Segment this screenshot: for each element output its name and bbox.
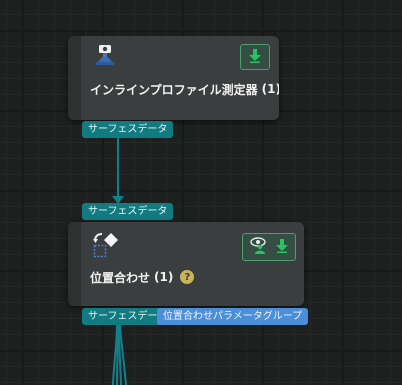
port-output-alignment-params[interactable]: 位置合わせパラメータグループ	[157, 308, 309, 325]
port-input-surface-data[interactable]: サーフェスデータ	[82, 203, 174, 220]
node-count: (1)	[154, 270, 174, 284]
node-status-box	[240, 44, 270, 70]
node-status-box	[242, 233, 296, 261]
node-alignment[interactable]: 位置合わせ (1) ?	[68, 222, 304, 306]
node-title-text: 位置合わせ	[90, 270, 151, 285]
download-arrow-icon	[275, 238, 288, 257]
download-arrow-icon	[249, 48, 261, 67]
port-output-surface-data[interactable]: サーフェスデータ	[82, 121, 174, 138]
flow-canvas[interactable]: インラインプロファイル測定器 (1) ? サーフェスデータ サーフェスデータ	[0, 0, 402, 385]
edge-outgoing-2	[116, 322, 119, 385]
node-inline-profiler[interactable]: インラインプロファイル測定器 (1) ?	[68, 36, 279, 120]
alignment-icon	[92, 232, 122, 264]
camera-on-stand-icon	[94, 44, 116, 70]
node-title-text: インラインプロファイル測定器	[90, 82, 258, 97]
eye-person-icon	[250, 236, 268, 258]
node-title: 位置合わせ (1) ?	[90, 268, 195, 286]
node-count: (1)	[261, 82, 279, 96]
node-drag-handle[interactable]	[68, 36, 81, 120]
node-drag-handle[interactable]	[68, 222, 81, 306]
help-icon[interactable]: ?	[180, 270, 195, 284]
node-title: インラインプロファイル測定器 (1) ?	[90, 80, 279, 98]
